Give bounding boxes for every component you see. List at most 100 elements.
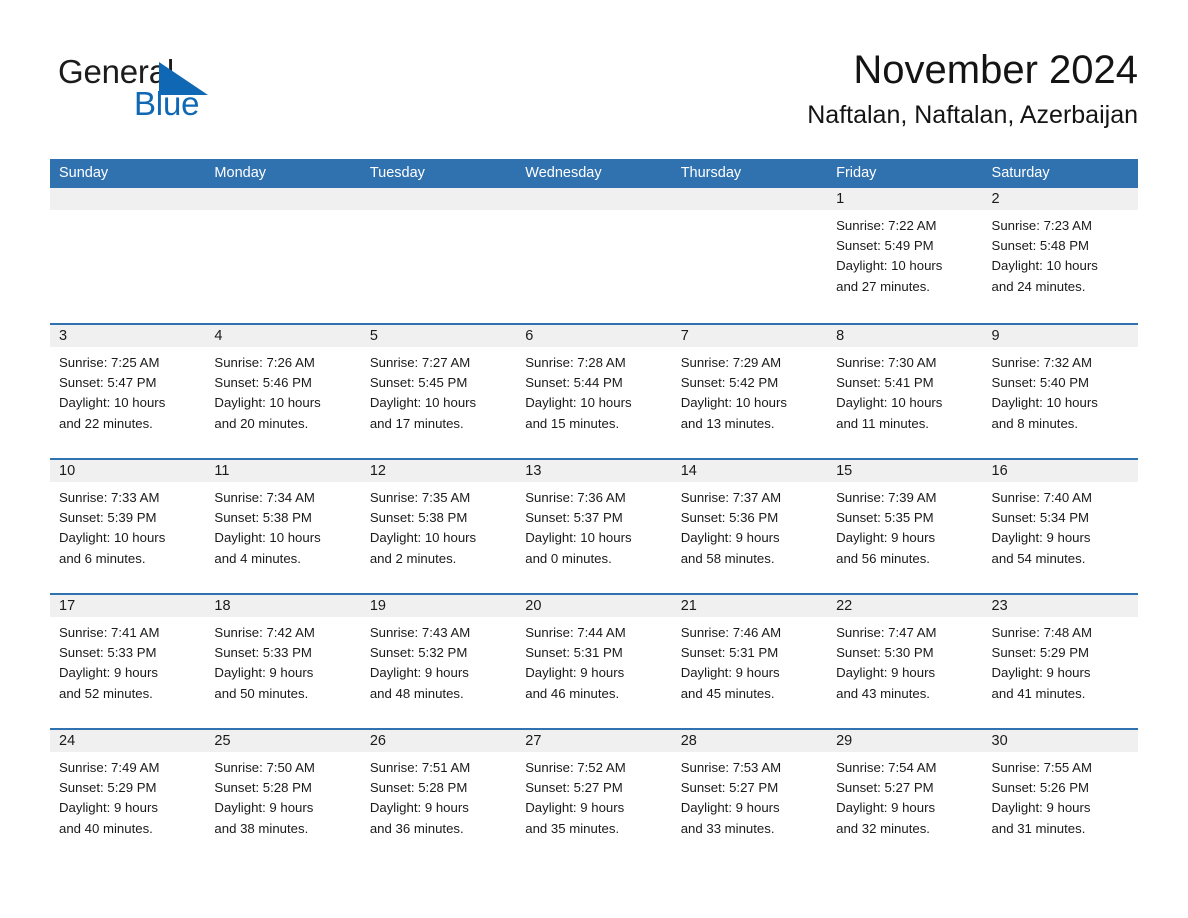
day-number: 18 [205, 595, 361, 617]
calendar-day-cell[interactable]: 28 Sunrise: 7:53 AM Sunset: 5:27 PM Dayligh… [671, 730, 828, 863]
daylight-text-line1: Daylight: 10 hours [836, 258, 943, 274]
weekday-header-saturday: Saturday [991, 165, 1050, 181]
calendar-day-cell[interactable]: 7 Sunrise: 7:29 AM Sunset: 5:42 PM Daylight… [671, 325, 828, 458]
calendar-day-cell[interactable]: 5 Sunrise: 7:27 AM Sunset: 5:45 PM Daylight… [360, 325, 517, 458]
sunset-text: Sunset: 5:44 PM [525, 375, 623, 391]
sunrise-text: Sunrise: 7:46 AM [680, 625, 782, 640]
daylight-text-line1: Daylight: 9 hours [680, 665, 780, 681]
sunrise-text: Sunrise: 7:42 AM [214, 625, 315, 640]
calendar-week-row: 24 Sunrise: 7:49 AM Sunset: 5:29 PM Dayligh… [50, 728, 1138, 863]
daylight-text-line2: and 22 minutes. [59, 415, 153, 431]
daylight-text-line1: Daylight: 10 hours [680, 395, 787, 411]
calendar-page: General Blue November 2024 Naftalan, Naf… [0, 0, 1188, 918]
calendar-day-cell[interactable]: 13 Sunrise: 7:36 AM Sunset: 5:37 PM Dayligh… [516, 460, 672, 593]
calendar-day-cell[interactable]: 19 Sunrise: 7:43 AM Sunset: 5:32 PM Dayligh… [360, 595, 517, 728]
calendar-day-cell[interactable]: 24 Sunrise: 7:49 AM Sunset: 5:29 PM Dayligh… [50, 730, 206, 863]
calendar-day-cell[interactable]: 1 Sunrise: 7:22 AM Sunset: 5:49 PM Daylight… [827, 188, 983, 323]
calendar-day-cell[interactable]: 3 Sunrise: 7:25 AM Sunset: 5:47 PM Daylight… [50, 325, 206, 458]
calendar-day-cell[interactable]: 30 Sunrise: 7:55 AM Sunset: 5:26 PM Dayligh… [982, 730, 1138, 863]
sunrise-text: Sunrise: 7:30 AM [836, 355, 937, 370]
daylight-text-line2: and 31 minutes. [991, 820, 1086, 836]
day-details: Sunrise: 7:33 AM Sunset: 5:39 PM Daylight:… [50, 482, 205, 569]
sunset-text: Sunset: 5:28 PM [369, 780, 468, 796]
calendar-day-cell[interactable]: 2 Sunrise: 7:23 AM Sunset: 5:48 PM Daylight… [982, 188, 1138, 323]
daylight-text-line2: and 15 minutes. [525, 415, 620, 431]
sunset-text: Sunset: 5:31 PM [680, 645, 779, 661]
daylight-text-line1: Daylight: 10 hours [991, 258, 1098, 274]
sunrise-text: Sunrise: 7:48 AM [991, 625, 1092, 640]
day-number: 8 [827, 325, 983, 347]
sunrise-text: Sunrise: 7:23 AM [991, 218, 1092, 233]
daylight-text-line2: and 38 minutes. [214, 820, 309, 836]
sunrise-text: Sunrise: 7:39 AM [836, 490, 937, 505]
weekday-header-monday: Monday [214, 165, 267, 181]
daylight-text-line2: and 4 minutes. [214, 550, 301, 566]
day-number: 16 [982, 460, 1138, 482]
daylight-text-line2: and 50 minutes. [214, 685, 309, 701]
daylight-text-line2: and 2 minutes. [369, 550, 457, 566]
sunset-text: Sunset: 5:41 PM [836, 375, 934, 391]
day-details: Sunrise: 7:50 AM Sunset: 5:28 PM Daylight:… [205, 752, 360, 839]
daylight-text-line1: Daylight: 10 hours [369, 395, 477, 411]
calendar-day-cell[interactable]: 21 Sunrise: 7:46 AM Sunset: 5:31 PM Dayligh… [671, 595, 828, 728]
calendar-day-cell[interactable]: 6 Sunrise: 7:28 AM Sunset: 5:44 PM Daylight… [516, 325, 672, 458]
calendar-week-row: 1 Sunrise: 7:22 AM Sunset: 5:49 PM Daylight… [50, 188, 1138, 323]
calendar-day-cell[interactable]: 12 Sunrise: 7:35 AM Sunset: 5:38 PM Dayligh… [360, 460, 517, 593]
daylight-text-line1: Daylight: 9 hours [59, 800, 158, 816]
sunrise-text: Sunrise: 7:27 AM [369, 355, 471, 370]
day-details: Sunrise: 7:27 AM Sunset: 5:45 PM Daylight:… [361, 347, 516, 434]
calendar-day-cell[interactable]: 15 Sunrise: 7:39 AM Sunset: 5:35 PM Dayligh… [827, 460, 983, 593]
day-number: 2 [982, 188, 1138, 210]
calendar-day-cell[interactable]: 16 Sunrise: 7:40 AM Sunset: 5:34 PM Dayligh… [982, 460, 1138, 593]
brand-logo[interactable]: General Blue [58, 52, 318, 134]
day-details: Sunrise: 7:43 AM Sunset: 5:32 PM Daylight:… [361, 617, 516, 704]
calendar-day-cell[interactable]: 11 Sunrise: 7:34 AM Sunset: 5:38 PM Dayligh… [205, 460, 361, 593]
daylight-text-line1: Daylight: 10 hours [991, 395, 1098, 411]
calendar-day-cell[interactable]: 27 Sunrise: 7:52 AM Sunset: 5:27 PM Dayligh… [516, 730, 672, 863]
calendar-day-cell[interactable]: 20 Sunrise: 7:44 AM Sunset: 5:31 PM Dayligh… [516, 595, 672, 728]
calendar-day-cell[interactable]: 9 Sunrise: 7:32 AM Sunset: 5:40 PM Daylight… [982, 325, 1138, 458]
daylight-text-line2: and 20 minutes. [214, 415, 309, 431]
daylight-text-line1: Daylight: 9 hours [680, 800, 780, 816]
sunrise-text: Sunrise: 7:54 AM [836, 760, 937, 775]
day-number [205, 188, 361, 210]
calendar-day-cell[interactable]: 8 Sunrise: 7:30 AM Sunset: 5:41 PM Daylight… [827, 325, 983, 458]
calendar-day-cell[interactable]: 22 Sunrise: 7:47 AM Sunset: 5:30 PM Dayligh… [827, 595, 983, 728]
day-number: 29 [827, 730, 983, 752]
calendar-day-cell[interactable]: 4 Sunrise: 7:26 AM Sunset: 5:46 PM Daylight… [205, 325, 361, 458]
daylight-text-line1: Daylight: 9 hours [836, 800, 936, 816]
weekday-header-wednesday: Wednesday [525, 165, 602, 181]
calendar-week-row: 17 Sunrise: 7:41 AM Sunset: 5:33 PM Dayligh… [50, 593, 1138, 728]
daylight-text-line1: Daylight: 9 hours [991, 800, 1091, 816]
calendar-day-cell[interactable]: 17 Sunrise: 7:41 AM Sunset: 5:33 PM Dayligh… [50, 595, 206, 728]
day-number [671, 188, 828, 210]
daylight-text-line1: Daylight: 10 hours [214, 530, 321, 546]
sunrise-text: Sunrise: 7:25 AM [59, 355, 160, 370]
calendar-day-cell[interactable]: 18 Sunrise: 7:42 AM Sunset: 5:33 PM Dayligh… [205, 595, 361, 728]
day-number: 10 [50, 460, 206, 482]
sunset-text: Sunset: 5:36 PM [680, 510, 779, 526]
sunrise-text: Sunrise: 7:51 AM [369, 760, 471, 775]
day-number: 25 [205, 730, 361, 752]
day-number: 14 [671, 460, 828, 482]
daylight-text-line1: Daylight: 9 hours [836, 530, 936, 546]
sunrise-text: Sunrise: 7:35 AM [369, 490, 471, 505]
day-number: 28 [671, 730, 828, 752]
daylight-text-line1: Daylight: 10 hours [836, 395, 943, 411]
calendar-day-cell[interactable]: 23 Sunrise: 7:48 AM Sunset: 5:29 PM Dayligh… [982, 595, 1138, 728]
sunset-text: Sunset: 5:47 PM [59, 375, 157, 391]
calendar-day-cell[interactable]: 25 Sunrise: 7:50 AM Sunset: 5:28 PM Dayligh… [205, 730, 361, 863]
day-details: Sunrise: 7:25 AM Sunset: 5:47 PM Daylight:… [50, 347, 205, 434]
calendar-day-cell[interactable]: 29 Sunrise: 7:54 AM Sunset: 5:27 PM Dayligh… [827, 730, 983, 863]
daylight-text-line1: Daylight: 10 hours [59, 530, 166, 546]
calendar-day-cell[interactable]: 14 Sunrise: 7:37 AM Sunset: 5:36 PM Dayligh… [671, 460, 828, 593]
calendar-day-cell[interactable]: 10 Sunrise: 7:33 AM Sunset: 5:39 PM Dayligh… [50, 460, 206, 593]
day-number: 3 [50, 325, 206, 347]
sunset-text: Sunset: 5:33 PM [214, 645, 312, 661]
sunrise-text: Sunrise: 7:22 AM [836, 218, 937, 233]
calendar-day-cell[interactable]: 26 Sunrise: 7:51 AM Sunset: 5:28 PM Dayligh… [360, 730, 517, 863]
daylight-text-line2: and 32 minutes. [836, 820, 930, 836]
day-details: Sunrise: 7:47 AM Sunset: 5:30 PM Daylight:… [827, 617, 982, 704]
day-number: 4 [205, 325, 361, 347]
day-details: Sunrise: 7:22 AM Sunset: 5:49 PM Daylight:… [827, 210, 982, 297]
